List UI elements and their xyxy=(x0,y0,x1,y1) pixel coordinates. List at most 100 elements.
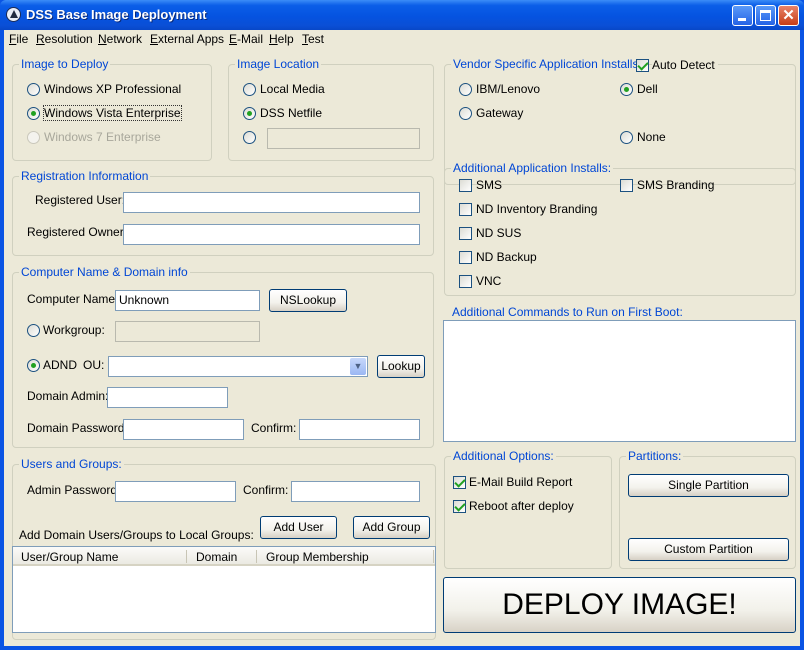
radio-windows-vista[interactable] xyxy=(27,107,40,120)
column-separator[interactable] xyxy=(433,550,434,563)
domain-confirm-input[interactable] xyxy=(299,419,420,440)
checkbox-label: E-Mail Build Report xyxy=(469,475,573,489)
menu-file[interactable]: File xyxy=(9,32,28,46)
radio-label: DSS Netfile xyxy=(260,106,323,120)
radio-label: Dell xyxy=(637,82,658,96)
first-boot-label: Additional Commands to Run on First Boot… xyxy=(452,305,683,319)
column-separator[interactable] xyxy=(256,550,257,563)
menu-network[interactable]: Network xyxy=(98,32,142,46)
email-build-report-checkbox[interactable] xyxy=(453,476,466,489)
ou-label: OU: xyxy=(83,358,105,372)
nslookup-button[interactable]: NSLookup xyxy=(269,289,347,312)
vnc-checkbox[interactable] xyxy=(459,275,472,288)
additional-options-group: Additional Options: E-Mail Build Report … xyxy=(444,449,612,569)
computer-name-input[interactable]: Unknown xyxy=(115,290,260,311)
admin-password-label: Admin Password: xyxy=(27,483,121,497)
nd-sus-checkbox[interactable] xyxy=(459,227,472,240)
radio-local-media[interactable] xyxy=(243,83,256,96)
checkbox-label: SMS Branding xyxy=(637,178,715,192)
radio-label: Windows Vista Enterprise xyxy=(43,105,182,121)
group-title: Computer Name & Domain info xyxy=(19,265,190,279)
adnd-label: ADND xyxy=(43,358,78,372)
radio-custom-location[interactable] xyxy=(243,131,256,144)
title-bar[interactable]: DSS Base Image Deployment ✕ xyxy=(0,0,804,30)
client-area: File Resolution Network External Apps E-… xyxy=(4,30,800,646)
domain-admin-input[interactable] xyxy=(107,387,228,408)
nd-inventory-branding-checkbox[interactable] xyxy=(459,203,472,216)
group-title: Image Location xyxy=(235,57,322,71)
registered-user-label: Registered User: xyxy=(35,193,126,207)
registration-group: Registration Information Registered User… xyxy=(12,169,434,256)
checkbox-label: ND Backup xyxy=(476,250,537,264)
group-title: Additional Options: xyxy=(451,449,556,463)
deploy-image-button[interactable]: DEPLOY IMAGE! xyxy=(443,577,796,633)
nd-backup-checkbox[interactable] xyxy=(459,251,472,264)
column-domain[interactable]: Domain xyxy=(196,550,237,564)
sms-checkbox[interactable] xyxy=(459,179,472,192)
admin-confirm-input[interactable] xyxy=(291,481,420,502)
admin-confirm-label: Confirm: xyxy=(243,483,289,497)
column-separator[interactable] xyxy=(186,550,187,563)
group-title: Vendor Specific Application Installs: xyxy=(451,57,644,71)
registered-owner-label: Registered Owner: xyxy=(27,225,128,239)
image-to-deploy-group: Image to Deploy Windows XP Professional … xyxy=(12,57,212,161)
radio-gateway[interactable] xyxy=(459,107,472,120)
additional-apps-group: Additional Application Installs: SMS SMS… xyxy=(444,161,796,296)
checkbox-label: ND Inventory Branding xyxy=(476,202,598,216)
registered-user-input[interactable] xyxy=(123,192,420,213)
lookup-button[interactable]: Lookup xyxy=(377,355,425,378)
radio-dell[interactable] xyxy=(620,83,633,96)
menu-external-apps[interactable]: External Apps xyxy=(150,32,224,46)
radio-label: Gateway xyxy=(476,106,524,120)
add-user-button[interactable]: Add User xyxy=(260,516,337,539)
minimize-icon xyxy=(738,18,746,21)
radio-none[interactable] xyxy=(620,131,633,144)
radio-windows-7[interactable] xyxy=(27,131,40,144)
minimize-button[interactable] xyxy=(732,5,753,26)
add-group-button[interactable]: Add Group xyxy=(353,516,430,539)
column-user-group-name[interactable]: User/Group Name xyxy=(21,550,118,564)
sms-branding-checkbox[interactable] xyxy=(620,179,633,192)
workgroup-input[interactable] xyxy=(115,321,260,342)
app-icon[interactable] xyxy=(6,7,21,22)
column-group-membership[interactable]: Group Membership xyxy=(266,550,369,564)
radio-ibm-lenovo[interactable] xyxy=(459,83,472,96)
group-title: Users and Groups: xyxy=(19,457,124,471)
custom-partition-button[interactable]: Custom Partition xyxy=(628,538,789,561)
close-button[interactable]: ✕ xyxy=(778,5,799,26)
confirm-label: Confirm: xyxy=(251,421,297,435)
first-boot-commands-textarea[interactable] xyxy=(443,320,796,442)
chevron-down-icon[interactable]: ▼ xyxy=(350,358,366,375)
ou-select[interactable]: ▼ xyxy=(108,356,368,377)
radio-label: Local Media xyxy=(260,82,325,96)
single-partition-button[interactable]: Single Partition xyxy=(628,474,789,497)
menu-help[interactable]: Help xyxy=(269,32,294,46)
image-location-group: Image Location Local Media DSS Netfile xyxy=(228,57,434,161)
checkbox-label: ND SUS xyxy=(476,226,522,240)
menu-email[interactable]: E-Mail xyxy=(229,32,263,46)
checkbox-label: SMS xyxy=(476,178,503,192)
app-window: DSS Base Image Deployment ✕ File Resolut… xyxy=(0,0,804,650)
registered-owner-input[interactable] xyxy=(123,224,420,245)
radio-windows-xp[interactable] xyxy=(27,83,40,96)
list-header: User/Group Name Domain Group Membership xyxy=(13,547,435,566)
auto-detect-checkbox[interactable] xyxy=(636,59,649,72)
workgroup-label: Workgroup: xyxy=(43,323,105,337)
domain-password-input[interactable] xyxy=(123,419,244,440)
admin-password-input[interactable] xyxy=(115,481,236,502)
radio-adnd[interactable] xyxy=(27,359,40,372)
group-title: Registration Information xyxy=(19,169,151,183)
radio-dss-netfile[interactable] xyxy=(243,107,256,120)
maximize-button[interactable] xyxy=(755,5,776,26)
domain-admin-label: Domain Admin: xyxy=(27,389,109,403)
group-title: Partitions: xyxy=(626,449,684,463)
custom-location-input[interactable] xyxy=(267,128,420,149)
user-group-list[interactable]: User/Group Name Domain Group Membership xyxy=(12,546,436,633)
menu-resolution[interactable]: Resolution xyxy=(36,32,93,46)
partitions-group: Partitions: Single Partition Custom Part… xyxy=(619,449,796,569)
group-title: Additional Application Installs: xyxy=(451,161,614,175)
radio-label: None xyxy=(637,130,666,144)
reboot-after-deploy-checkbox[interactable] xyxy=(453,500,466,513)
menu-test[interactable]: Test xyxy=(302,32,324,46)
radio-workgroup[interactable] xyxy=(27,324,40,337)
